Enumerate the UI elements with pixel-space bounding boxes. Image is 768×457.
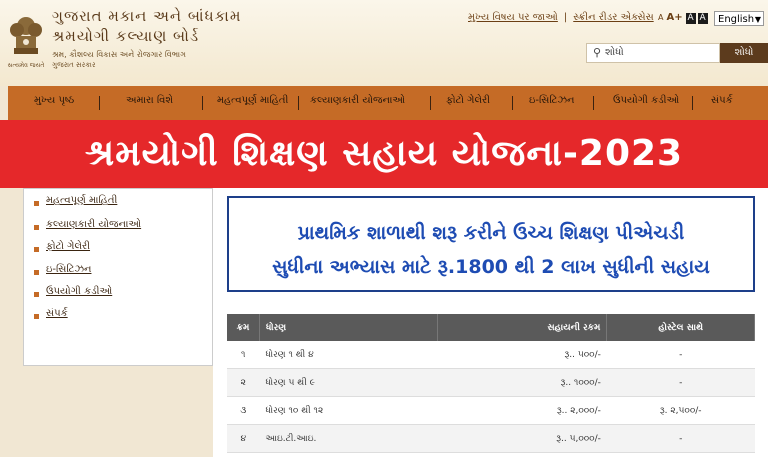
cell-serial: ૩ (227, 396, 260, 425)
nav-divider (593, 96, 594, 110)
contrast-default-button[interactable]: A (697, 13, 708, 24)
bullet-icon (34, 292, 39, 297)
table-row: ૧ ધોરણ ૧ થી ૪ રૂ.. ૫૦૦/- - (227, 341, 755, 369)
cell-serial: ૧ (227, 341, 260, 369)
nav-item-about[interactable]: અમારા વિશે (126, 95, 173, 106)
org-name-line1: ગુજરાત મકાન અને બાંધકામ (52, 7, 242, 25)
scheme-info-box: પ્રાથમિક શાળાથી શરૂ કરીને ઉચ્ચ શિક્ષણ પી… (227, 196, 755, 292)
search-button[interactable]: શોધો (720, 43, 768, 63)
col-header-standard: ધોરણ (259, 314, 439, 341)
nav-item-info[interactable]: મહત્વપૂર્ણ માહિતી (217, 95, 288, 106)
info-line2: સુધીના અભ્યાસ માટે રૂ.1800 થી 2 લાખ સુધી… (272, 256, 710, 278)
info-line1: પ્રાથમિક શાળાથી શરૂ કરીને ઉચ્ચ શિક્ષણ પી… (297, 222, 685, 244)
sidebar-item-info[interactable]: મહત્વપૂર્ણ માહિતી (46, 195, 117, 206)
cell-hostel: - (606, 341, 755, 369)
org-government: ગુજરાત સરકાર (52, 61, 96, 69)
cell-amount: રૂ.. ૧૦૦૦/- (437, 368, 607, 397)
assistance-table: ક્રમ ધોરણ સહાયની રકમ હોસ્ટેલ સાથે ૧ ધોરણ… (227, 314, 755, 453)
language-select[interactable]: English ▼ (714, 11, 764, 26)
org-department: શ્રમ, કૌશલ્ય વિકાસ અને રોજગાર વિભાગ (52, 50, 186, 59)
bullet-icon (34, 270, 39, 275)
font-decrease-button[interactable]: A (658, 13, 663, 22)
table-row: ૩ ધોરણ ૧૦ થી ૧૨ રૂ.. ૨,૦૦૦/- રૂ. ૨,૫૦૦/- (227, 396, 755, 425)
font-increase-button[interactable]: A+ (666, 12, 682, 23)
bullet-icon (34, 225, 39, 230)
nav-divider (298, 96, 299, 110)
sidebar-item-useful-links[interactable]: ઉપયોગી કડીઓ (46, 286, 112, 297)
chevron-down-icon: ▼ (754, 15, 761, 24)
nav-divider (692, 96, 693, 110)
col-header-amount: સહાયની રકમ (437, 314, 608, 341)
nav-item-ecitizen[interactable]: ઇ-સિટિઝન (529, 95, 574, 106)
nav-divider (512, 96, 513, 110)
skip-to-main-link[interactable]: મુખ્ય વિષય પર જાઓ (468, 12, 558, 23)
table-row: ૪ આઇ.ટી.આઇ. રૂ.. ૫,૦૦૦/- - (227, 424, 755, 453)
sidebar: મહત્વપૂર્ણ માહિતી કલ્યાણકારી યોજનાઓ ફોટો… (23, 188, 213, 366)
cell-hostel: - (606, 368, 755, 397)
cell-standard: ધોરણ ૫ થી ૯ (259, 368, 438, 397)
cell-hostel: રૂ. ૨,૫૦૦/- (606, 396, 755, 425)
screen-reader-link[interactable]: સ્ક્રીન રીડર એક્સેસ (573, 12, 653, 23)
col-header-serial: ક્રમ (227, 314, 260, 341)
org-name-line2: શ્રમયોગી કલ્યાણ બોર્ડ (52, 27, 200, 45)
cell-standard: ધોરણ ૧૦ થી ૧૨ (259, 396, 438, 425)
nav-divider (430, 96, 431, 110)
nav-item-gallery[interactable]: ફોટો ગેલેરી (446, 95, 490, 106)
table-header-row: ક્રમ ધોરણ સહાયની રકમ હોસ્ટેલ સાથે (227, 314, 755, 341)
main-nav: મુખ્ય પૃષ્ઠ અમારા વિશે મહત્વપૂર્ણ માહિતી… (8, 86, 768, 120)
cell-serial: ૨ (227, 368, 260, 397)
sidebar-item-schemes[interactable]: કલ્યાણકારી યોજનાઓ (46, 219, 141, 230)
cell-amount: રૂ.. ૫૦૦/- (437, 341, 607, 369)
nav-item-useful-links[interactable]: ઉપયોગી કડીઓ (613, 95, 679, 106)
sidebar-item-gallery[interactable]: ફોટો ગેલેરી (46, 241, 90, 252)
cell-hostel: - (606, 424, 755, 453)
cell-amount: રૂ.. ૨,૦૦૦/- (437, 396, 607, 425)
search-icon: ⚲ (593, 46, 602, 59)
cell-amount: રૂ.. ૫,૦૦૦/- (437, 424, 607, 453)
nav-item-schemes[interactable]: કલ્યાણકારી યોજનાઓ (310, 95, 405, 106)
nav-item-home[interactable]: મુખ્ય પૃષ્ઠ (34, 95, 74, 106)
nav-divider (202, 96, 203, 110)
nav-item-contact[interactable]: સંપર્ક (711, 95, 733, 106)
emblem-caption: સત્યમેવ જયતે (7, 62, 45, 69)
sidebar-item-ecitizen[interactable]: ઇ-સિટિઝન (46, 264, 91, 275)
top-links: મુખ્ય વિષય પર જાઓ | સ્ક્રીન રીડર એક્સેસ (468, 12, 654, 23)
contrast-dark-button[interactable]: A (685, 13, 696, 24)
language-value: English (718, 14, 755, 25)
col-header-hostel: હોસ્ટેલ સાથે (606, 314, 755, 341)
bullet-icon (34, 247, 39, 252)
scheme-banner: શ્રમયોગી શિક્ષણ સહાય યોજના-2023 (0, 120, 768, 188)
search-placeholder: શોધો (605, 47, 624, 58)
banner-title: શ્રમયોગી શિક્ષણ સહાય યોજના-2023 (84, 133, 684, 174)
search-input[interactable]: ⚲ શોધો (586, 43, 720, 63)
state-emblem-icon (10, 17, 42, 54)
cell-serial: ૪ (227, 424, 260, 453)
font-size-controls: A A+ A A (658, 12, 710, 24)
link-separator: | (563, 12, 568, 23)
cell-standard: આઇ.ટી.આઇ. (259, 424, 438, 453)
table-row: ૨ ધોરણ ૫ થી ૯ રૂ.. ૧૦૦૦/- - (227, 368, 755, 397)
site-header: સત્યમેવ જયતે ગુજરાત મકાન અને બાંધકામ શ્ર… (0, 0, 768, 86)
cell-standard: ધોરણ ૧ થી ૪ (259, 341, 438, 369)
bullet-icon (34, 314, 39, 319)
bullet-icon (34, 201, 39, 206)
sidebar-item-contact[interactable]: સંપર્ક (46, 308, 68, 319)
nav-divider (99, 96, 100, 110)
